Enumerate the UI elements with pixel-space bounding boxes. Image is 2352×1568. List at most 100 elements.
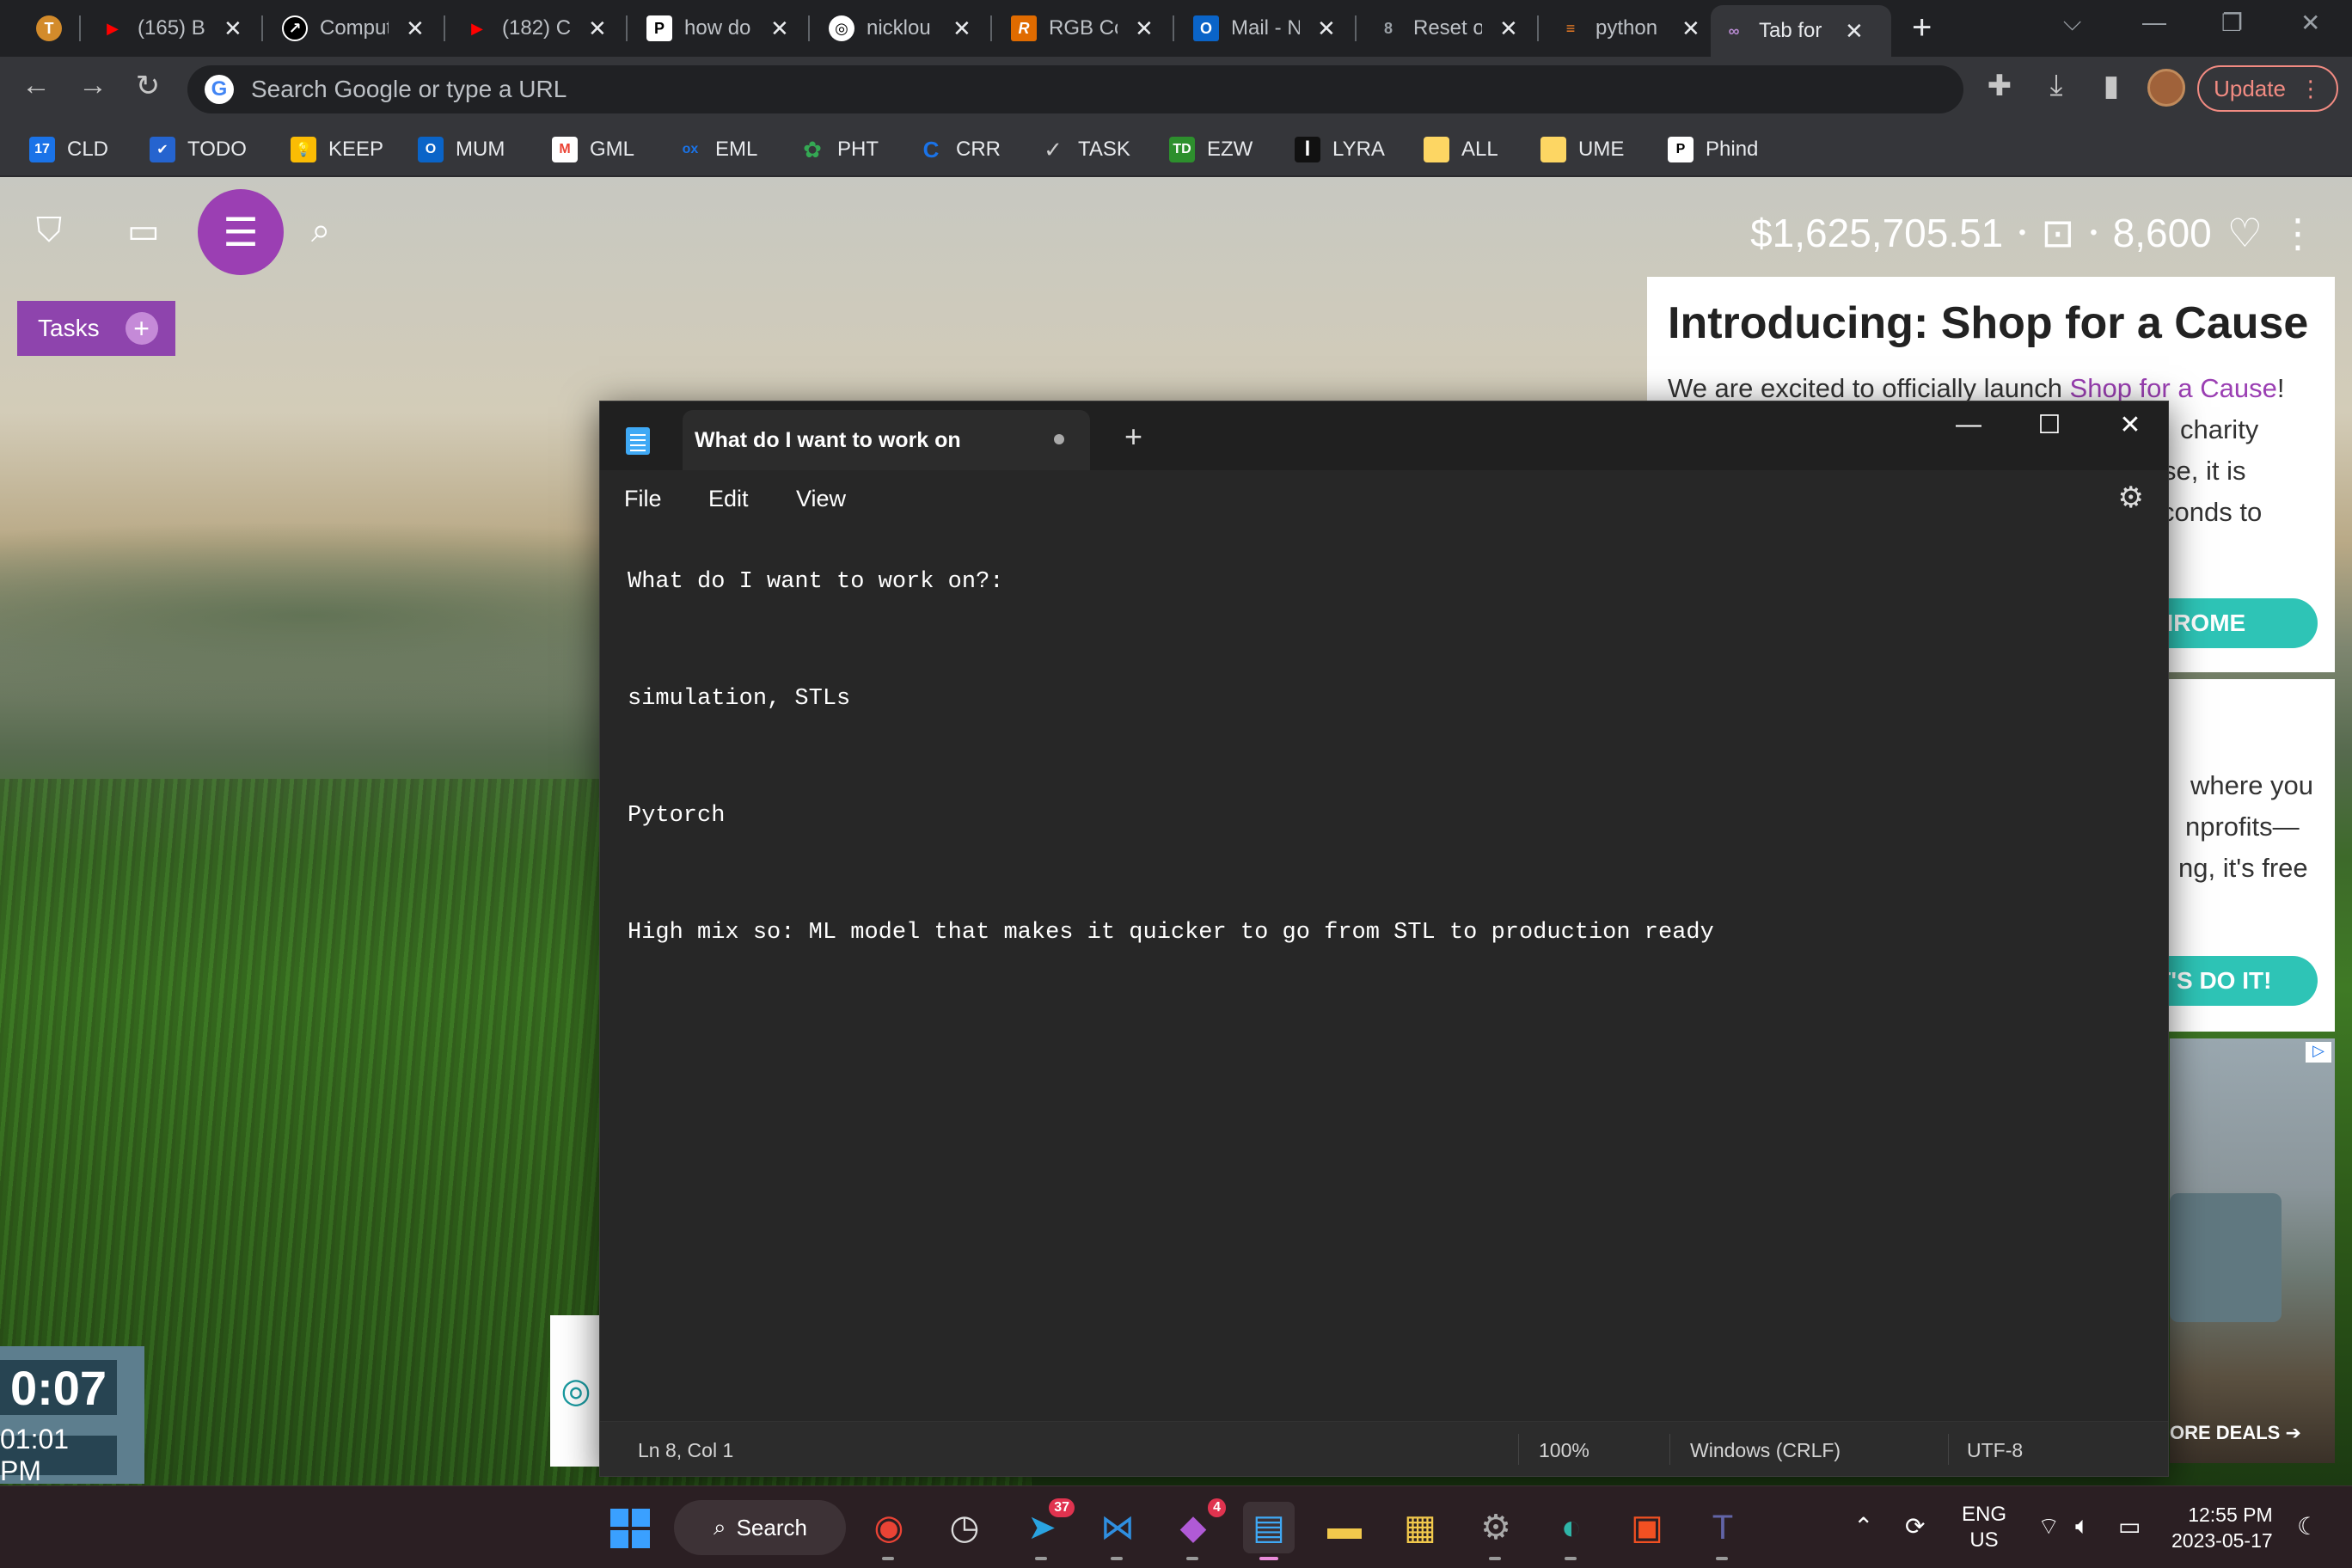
forward-arrow-icon[interactable]: →: [74, 69, 112, 102]
shop-for-cause-link[interactable]: Shop for a Cause: [2070, 373, 2277, 403]
omnibox-input[interactable]: [251, 76, 1798, 103]
address-bar[interactable]: G: [187, 65, 1963, 113]
close-window-icon[interactable]: ✕: [2300, 9, 2320, 37]
tab-search-chevron-icon[interactable]: ⌵: [2063, 9, 2081, 37]
adchoices-icon[interactable]: ▷: [2306, 1042, 2331, 1063]
browser-tab[interactable]: ▶ (182) Cr ✕: [454, 5, 622, 52]
volume-icon[interactable]: 🔈︎: [2075, 1512, 2090, 1540]
profile-avatar[interactable]: [2147, 69, 2185, 107]
download-icon[interactable]: ⤓: [2037, 69, 2075, 102]
telegram-icon[interactable]: ➤ 37: [1016, 1498, 1075, 1560]
start-button[interactable]: [610, 1509, 650, 1548]
close-tab-icon[interactable]: ✕: [770, 15, 789, 42]
bookmark-cld[interactable]: 17 CLD: [29, 131, 108, 168]
ad-car-image: [2170, 1193, 2282, 1322]
video-ad-icon[interactable]: ⊡: [2042, 210, 2075, 256]
wifi-icon[interactable]: ⌔: [2037, 1512, 2060, 1542]
bookmark-all[interactable]: ALL: [1424, 131, 1498, 168]
close-tab-icon[interactable]: ✕: [1135, 15, 1154, 42]
browser-tab[interactable]: ▶ (165) Bu ✕: [89, 5, 258, 52]
bookmark-eml[interactable]: ox EML: [677, 131, 758, 168]
bookmark-ume[interactable]: UME: [1540, 131, 1624, 168]
bookmark-ezw[interactable]: TD EZW: [1169, 131, 1253, 168]
close-tab-icon[interactable]: ✕: [224, 15, 242, 42]
bookmark-keep[interactable]: 💡 KEEP: [291, 131, 383, 168]
app-icon[interactable]: ◆ 4: [1167, 1498, 1226, 1560]
jeep-advertisement[interactable]: ▷ ORE DEALS ➔: [2170, 1038, 2335, 1463]
notifications-moon-icon[interactable]: ☾: [2297, 1512, 2318, 1540]
browser-tab[interactable]: ◎ nicklou ✕: [818, 5, 987, 52]
perplexity-favicon-icon: P: [646, 15, 672, 41]
bookmark-task[interactable]: ✓ TASK: [1040, 131, 1130, 168]
update-button[interactable]: Update ⋮: [2197, 65, 2338, 112]
notepad-maximize-icon[interactable]: ☐: [2024, 410, 2075, 440]
language-indicator[interactable]: ENG US: [1962, 1502, 2006, 1553]
close-tab-icon[interactable]: ✕: [588, 15, 607, 42]
edge-icon[interactable]: ◐: [1546, 1502, 1597, 1560]
menu-file[interactable]: File: [624, 486, 662, 512]
tasks-button[interactable]: Tasks +: [17, 301, 175, 356]
sync-icon[interactable]: ⟳: [1905, 1512, 1925, 1540]
teams-icon[interactable]: T: [1697, 1502, 1749, 1560]
bookmark-label: UME: [1578, 138, 1625, 161]
close-tab-icon[interactable]: ✕: [1499, 15, 1518, 42]
bookmark-icon[interactable]: ⛉: [36, 211, 62, 250]
clock-app-icon[interactable]: ◷: [939, 1502, 990, 1553]
browser-tab[interactable]: 8 Reset o ✕: [1365, 5, 1534, 52]
spiral-widget-icon[interactable]: ◎: [550, 1315, 602, 1467]
add-task-icon[interactable]: +: [125, 312, 158, 345]
notepad-new-tab-button[interactable]: +: [1124, 419, 1142, 455]
bookmark-todo[interactable]: ✔ TODO: [150, 131, 247, 168]
bookmark-phind[interactable]: P Phind: [1668, 131, 1758, 168]
battery-icon[interactable]: ▭: [2118, 1512, 2141, 1540]
settings-gear-icon[interactable]: ⚙: [2118, 481, 2144, 515]
search-icon: ⌕: [714, 1514, 726, 1540]
sticky-notes-icon[interactable]: ▦: [1394, 1502, 1446, 1553]
reload-icon[interactable]: ↻: [129, 69, 167, 103]
close-tab-icon[interactable]: ✕: [406, 15, 425, 42]
minimize-icon[interactable]: —: [2142, 9, 2166, 36]
bookmark-gml[interactable]: M GML: [552, 131, 634, 168]
microsoft-store-icon[interactable]: ▣: [1621, 1502, 1673, 1553]
search-icon[interactable]: ⌕: [311, 211, 330, 250]
browser-tab[interactable]: P how do ✕: [636, 5, 805, 52]
close-tab-icon[interactable]: ✕: [1681, 15, 1700, 42]
back-arrow-icon[interactable]: ←: [17, 69, 55, 102]
browser-tab-active[interactable]: ∞ Tab for ✕: [1711, 5, 1891, 57]
system-clock[interactable]: 12:55 PM 2023-05-17: [2171, 1502, 2273, 1553]
vscode-icon[interactable]: ⋈: [1092, 1502, 1143, 1560]
browser-tab[interactable]: T: [26, 5, 77, 52]
list-menu-button[interactable]: ☰: [198, 189, 284, 275]
file-explorer-icon[interactable]: ▬: [1319, 1502, 1370, 1553]
close-tab-icon[interactable]: ✕: [952, 15, 971, 42]
side-panel-icon[interactable]: ▮: [2092, 69, 2130, 103]
menu-view[interactable]: View: [796, 486, 846, 512]
restore-icon[interactable]: ❐: [2221, 9, 2243, 37]
notepad-tab[interactable]: What do I want to work on: [683, 410, 1090, 470]
browser-tab[interactable]: ≡ python ✕: [1547, 5, 1716, 52]
heart-icon[interactable]: ♡: [2227, 210, 2263, 256]
extensions-puzzle-icon[interactable]: ✚: [1981, 69, 2018, 103]
more-options-icon[interactable]: ⋮: [2278, 210, 2318, 256]
browser-tab[interactable]: O Mail - N ✕: [1183, 5, 1351, 52]
chat-bubble-icon[interactable]: ▭: [127, 211, 160, 251]
chrome-icon[interactable]: ◉: [863, 1502, 915, 1560]
notepad-minimize-icon[interactable]: —: [1943, 410, 1994, 439]
settings-icon[interactable]: ⚙: [1470, 1502, 1522, 1560]
bookmark-lyra[interactable]: l LYRA: [1295, 131, 1385, 168]
bookmark-crr[interactable]: C CRR: [918, 131, 1001, 168]
taskbar-search[interactable]: ⌕ Search: [674, 1500, 846, 1555]
notepad-close-icon[interactable]: ✕: [2104, 410, 2156, 440]
bookmark-mum[interactable]: O MUM: [418, 131, 505, 168]
bookmark-pht[interactable]: ✿ PHT: [799, 131, 879, 168]
browser-tab[interactable]: R RGB Co ✕: [1001, 5, 1169, 52]
show-hidden-icons-chevron-icon[interactable]: ⌃: [1853, 1512, 1873, 1540]
new-tab-button[interactable]: +: [1912, 10, 1932, 45]
notepad-taskbar-icon[interactable]: ▤: [1243, 1502, 1295, 1560]
notepad-text-area[interactable]: What do I want to work on?: simulation, …: [600, 536, 2168, 1395]
close-tab-icon[interactable]: ✕: [1317, 15, 1336, 42]
menu-edit[interactable]: Edit: [708, 486, 749, 512]
browser-tab[interactable]: ↗ Comput ✕: [272, 5, 440, 52]
more-deals-link[interactable]: ORE DEALS ➔: [2170, 1422, 2301, 1444]
close-tab-icon[interactable]: ✕: [1845, 18, 1864, 45]
